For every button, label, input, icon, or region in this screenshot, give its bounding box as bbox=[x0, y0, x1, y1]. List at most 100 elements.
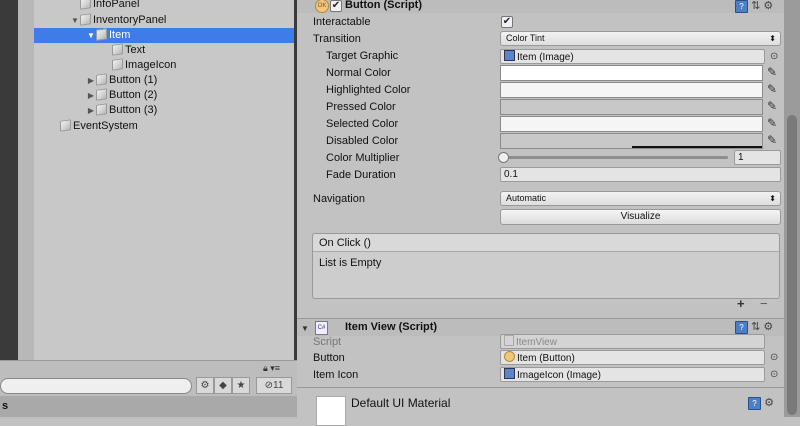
dropdown-arrows-icon: ⬍ bbox=[769, 194, 776, 203]
gameobject-icon bbox=[80, 13, 91, 26]
image-icon bbox=[504, 50, 515, 61]
csharp-script-icon: C# bbox=[315, 321, 328, 335]
slider-handle[interactable] bbox=[498, 152, 509, 163]
visualize-button[interactable]: Visualize bbox=[500, 209, 781, 225]
preset-icon[interactable]: ⇅ bbox=[751, 0, 760, 12]
onclick-header bbox=[313, 234, 779, 252]
material-title: Default UI Material bbox=[351, 396, 451, 410]
material-tools: ? ⚙ bbox=[748, 396, 774, 410]
navigation-label: Navigation bbox=[313, 193, 365, 205]
transition-label: Transition bbox=[313, 33, 361, 45]
component-divider bbox=[297, 387, 784, 388]
itemview-component-title: Item View (Script) bbox=[345, 321, 438, 333]
normal-color-swatch[interactable] bbox=[500, 65, 763, 81]
add-event-button[interactable]: + bbox=[737, 296, 745, 311]
itemicon-field-label: Item Icon bbox=[313, 369, 359, 381]
target-graphic-label: Target Graphic bbox=[326, 50, 399, 62]
onclick-empty-text: List is Empty bbox=[319, 257, 382, 269]
help-book-icon[interactable]: ? bbox=[735, 321, 748, 334]
button-enabled-checkbox[interactable]: ✔ bbox=[330, 0, 342, 12]
help-book-icon[interactable]: ? bbox=[748, 397, 761, 410]
color-multiplier-field[interactable]: 1 bbox=[734, 150, 781, 165]
button-component-tools: ? ⇅ ⚙ bbox=[735, 0, 773, 13]
eyedropper-icon[interactable]: ✎ bbox=[767, 99, 779, 113]
settings-gear-icon[interactable]: ⚙ bbox=[763, 321, 773, 333]
normal-color-label: Normal Color bbox=[326, 67, 391, 79]
project-search-input[interactable] bbox=[0, 378, 192, 394]
expand-arrow-icon[interactable]: ▼ bbox=[70, 13, 80, 28]
highlighted-color-swatch[interactable] bbox=[500, 82, 763, 98]
selected-color-swatch[interactable] bbox=[500, 116, 763, 132]
color-multiplier-label: Color Multiplier bbox=[326, 152, 400, 164]
hierarchy-item-imageicon[interactable]: ImageIcon bbox=[112, 58, 176, 73]
hidden-packages-button[interactable]: ⊘11 bbox=[256, 377, 292, 394]
onclick-event-box: On Click () List is Empty bbox=[312, 233, 780, 299]
remove-event-button[interactable]: − bbox=[760, 296, 768, 311]
filter-by-label-icon[interactable]: ◆ bbox=[214, 377, 232, 394]
gameobject-icon bbox=[112, 58, 123, 71]
navigation-dropdown[interactable]: Automatic ⬍ bbox=[500, 191, 781, 206]
expand-arrow-icon[interactable]: ▼ bbox=[86, 28, 96, 43]
filter-by-type-icon[interactable]: ⚙ bbox=[196, 377, 214, 394]
script-file-icon bbox=[504, 335, 514, 346]
button-field-label: Button bbox=[313, 352, 345, 364]
eyedropper-icon[interactable]: ✎ bbox=[767, 82, 779, 96]
hierarchy-item-eventsystem[interactable]: EventSystem bbox=[60, 119, 138, 134]
object-picker-icon[interactable]: ⊙ bbox=[770, 353, 780, 363]
favorites-star-icon[interactable]: ★ bbox=[232, 377, 250, 394]
gameobject-icon bbox=[60, 119, 71, 132]
pressed-color-label: Pressed Color bbox=[326, 101, 396, 113]
collapse-arrow-icon[interactable]: ▶ bbox=[86, 88, 96, 103]
eyedropper-icon[interactable]: ✎ bbox=[767, 133, 779, 147]
interactable-label: Interactable bbox=[313, 16, 371, 28]
pressed-color-swatch[interactable] bbox=[500, 99, 763, 115]
lock-icon[interactable]: 🔒︎ ▾≡ bbox=[263, 363, 280, 374]
help-book-icon[interactable]: ? bbox=[735, 0, 748, 13]
image-icon bbox=[504, 368, 515, 379]
collapse-arrow-icon[interactable]: ▶ bbox=[86, 103, 96, 118]
object-picker-icon[interactable]: ⊙ bbox=[770, 370, 780, 380]
eye-slash-icon: ⊘ bbox=[264, 380, 273, 391]
gameobject-icon bbox=[112, 43, 123, 56]
script-field: ItemView bbox=[500, 334, 765, 349]
button-component-icon bbox=[504, 351, 515, 362]
interactable-checkbox[interactable]: ✔ bbox=[501, 16, 513, 28]
highlighted-color-label: Highlighted Color bbox=[326, 84, 411, 96]
disabled-color-label: Disabled Color bbox=[326, 135, 399, 147]
preset-icon[interactable]: ⇅ bbox=[751, 321, 760, 333]
script-label: Script bbox=[313, 336, 342, 348]
eyedropper-icon[interactable]: ✎ bbox=[767, 116, 779, 130]
alpha-bar bbox=[632, 146, 762, 148]
settings-gear-icon[interactable]: ⚙ bbox=[763, 0, 773, 12]
eyedropper-icon[interactable]: ✎ bbox=[767, 65, 779, 79]
transition-dropdown[interactable]: Color Tint ⬍ bbox=[500, 31, 781, 46]
object-picker-icon[interactable]: ⊙ bbox=[770, 52, 780, 62]
button-reference-field[interactable]: Item (Button) bbox=[500, 350, 765, 365]
gameobject-icon bbox=[96, 103, 107, 116]
scrollbar-thumb[interactable] bbox=[787, 115, 797, 415]
gameobject-icon bbox=[80, 0, 91, 10]
hierarchy-item-inventorypanel[interactable]: ▼ InventoryPanel bbox=[70, 13, 166, 28]
settings-gear-icon[interactable]: ⚙ bbox=[764, 397, 774, 409]
foldout-arrow-icon[interactable]: ▼ bbox=[301, 324, 309, 333]
gameobject-icon bbox=[96, 88, 107, 101]
color-multiplier-slider[interactable] bbox=[503, 156, 728, 159]
itemview-component-tools: ? ⇅ ⚙ bbox=[735, 320, 773, 334]
collapse-arrow-icon[interactable]: ▶ bbox=[86, 73, 96, 88]
hierarchy-item-text[interactable]: Text bbox=[112, 43, 145, 58]
fade-duration-field[interactable]: 0.1 bbox=[500, 167, 781, 182]
disabled-color-swatch[interactable] bbox=[500, 133, 763, 149]
target-graphic-field[interactable]: Item (Image) bbox=[500, 49, 765, 64]
dropdown-arrows-icon: ⬍ bbox=[769, 34, 776, 43]
hierarchy-gutter bbox=[18, 0, 34, 360]
hierarchy-item-button-1[interactable]: ▶ Button (1) bbox=[86, 73, 157, 88]
hierarchy-item-button-2[interactable]: ▶ Button (2) bbox=[86, 88, 157, 103]
itemicon-reference-field[interactable]: ImageIcon (Image) bbox=[500, 367, 765, 382]
hierarchy-item-infopanel[interactable]: InfoPanel bbox=[80, 0, 139, 12]
left-panel-edge bbox=[0, 0, 18, 360]
hierarchy-item-item[interactable]: ▼ Item bbox=[34, 28, 294, 43]
hierarchy-item-button-3[interactable]: ▶ Button (3) bbox=[86, 103, 157, 118]
button-component-title: Button (Script) bbox=[345, 0, 422, 11]
gameobject-icon bbox=[96, 73, 107, 86]
onclick-title: On Click () bbox=[319, 237, 371, 249]
